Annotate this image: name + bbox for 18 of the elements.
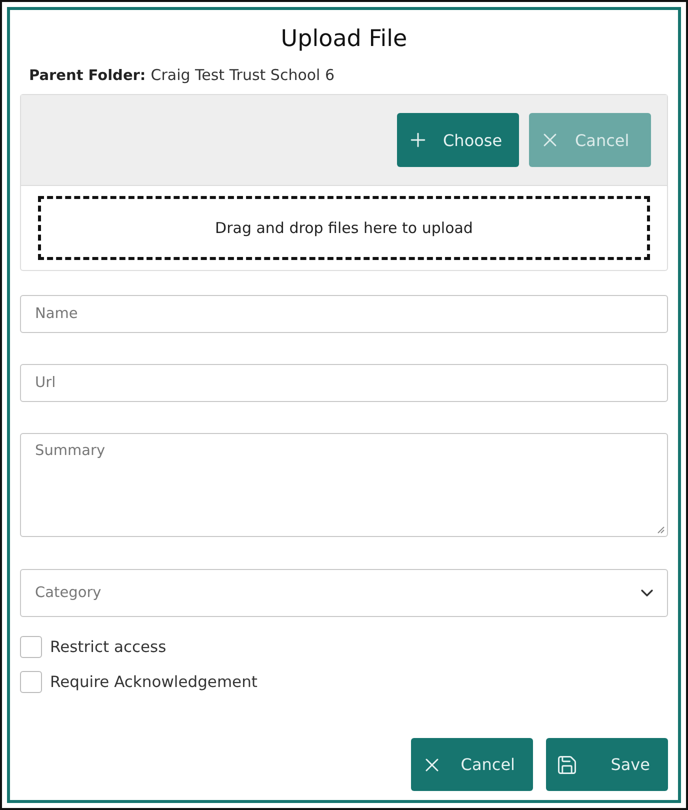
save-icon — [556, 754, 578, 776]
checkbox[interactable] — [20, 636, 42, 658]
resize-grip-icon[interactable] — [657, 526, 665, 534]
text-field[interactable]: Url — [20, 364, 668, 402]
checkbox[interactable] — [20, 671, 42, 693]
textarea-field[interactable]: Summary — [20, 433, 668, 537]
dropzone-text: Drag and drop files here to upload — [215, 219, 473, 237]
parent-folder-label: Parent Folder: — [29, 68, 146, 84]
choose-button[interactable]: Choose — [397, 113, 519, 167]
save-button[interactable]: Save — [546, 738, 668, 791]
checkbox-label: Restrict access — [50, 638, 166, 656]
checkbox-label: Require Acknowledgement — [50, 673, 258, 691]
cancel-button[interactable]: Cancel — [411, 738, 533, 791]
dropzone[interactable]: Drag and drop files here to upload — [38, 196, 650, 260]
dialog-title: Upload File — [280, 26, 408, 52]
select-field[interactable]: Category — [20, 569, 668, 617]
text-field[interactable]: Name — [20, 295, 668, 333]
parent-folder-value: Craig Test Trust School 6 — [150, 66, 335, 84]
